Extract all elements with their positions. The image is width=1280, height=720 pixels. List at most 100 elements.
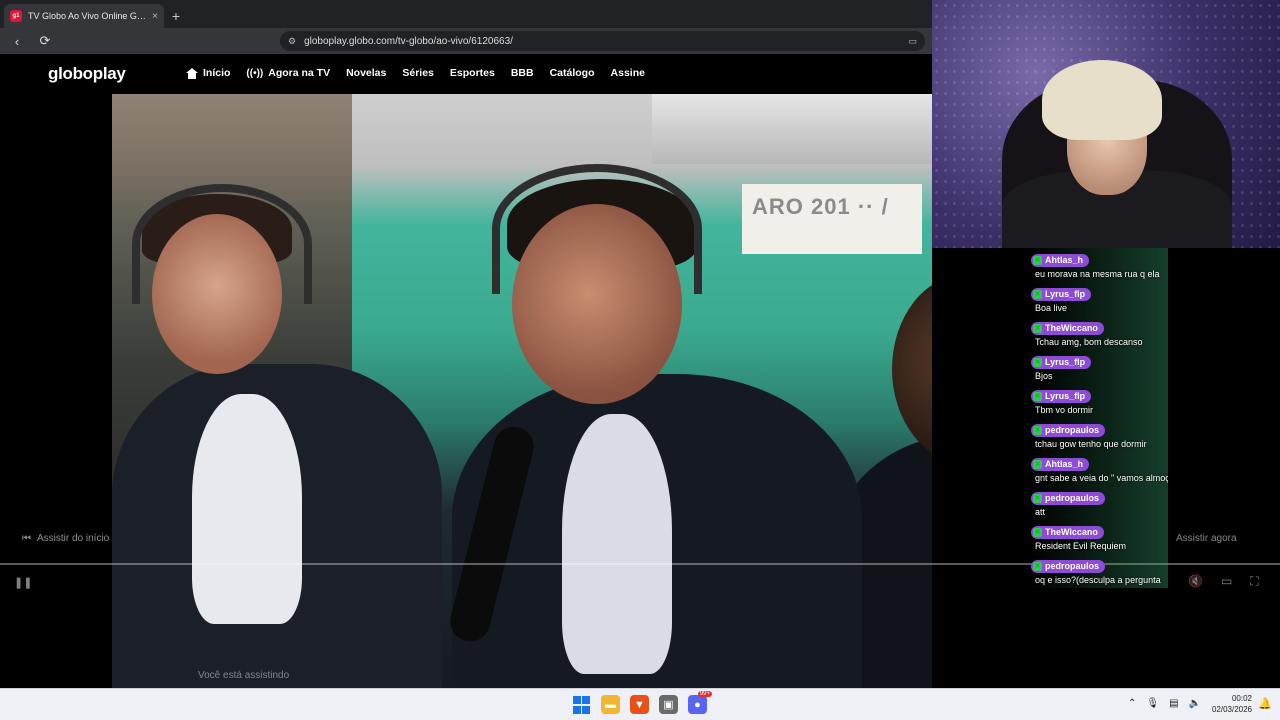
nav-label: Esportes — [449, 67, 495, 79]
nav-label: Catálogo — [549, 67, 595, 79]
taskbar-apps: ▬ ▼ ▣ ● 99+ — [572, 691, 712, 714]
reload-button[interactable]: ⟳ — [36, 33, 54, 49]
site-header: globoplay Início ((•)) Agora na TV Novel… — [0, 54, 932, 94]
nav-item-bbb[interactable]: BBB — [511, 67, 534, 79]
nav-item-agora-na-tv[interactable]: ((•)) Agora na TV — [246, 67, 330, 79]
chat-text: oq e isso?(desculpa a pergunta — [1035, 575, 1161, 585]
chat-username-badge[interactable]: ✕ pedropaulos — [1031, 559, 1106, 573]
nav-item-assine[interactable]: Assine — [611, 67, 645, 79]
discord-icon[interactable]: ● 99+ — [688, 691, 712, 714]
watching-label: Você está assistindo — [198, 670, 290, 681]
fullscreen-icon[interactable]: ⛶ — [1250, 574, 1258, 589]
nav-label: BBB — [510, 67, 534, 79]
clock[interactable]: 00:02 02/03/2026 — [1206, 693, 1252, 715]
video-player[interactable]: ARO 201 ·· / — [112, 94, 932, 688]
chat-username: TheWiccano — [1045, 323, 1098, 333]
subscriber-badge-icon: ✕ — [1033, 357, 1042, 367]
streamer-hair — [1042, 60, 1162, 140]
chat-message: ✕ pedropaulos att — [1029, 486, 1168, 520]
nav-item-esportes[interactable]: Esportes — [450, 67, 495, 79]
app-icon[interactable]: ▣ — [659, 695, 678, 714]
notification-badge: 99+ — [697, 691, 712, 697]
chat-username-badge[interactable]: ✕ TheWiccano — [1031, 525, 1104, 539]
subscriber-badge-icon: ✕ — [1033, 289, 1042, 299]
subscriber-badge-icon: ✕ — [1033, 459, 1042, 469]
chat-username: Lyrus_flp — [1045, 289, 1086, 299]
speaker-icon[interactable]: 🔈 — [1189, 698, 1201, 709]
brave-browser-icon[interactable]: ▼ — [630, 695, 649, 714]
subscriber-badge-icon: ✕ — [1033, 561, 1042, 571]
chat-text: Tchau amg, bom descanso — [1035, 337, 1143, 347]
skip-back-icon: ⏮ — [22, 533, 31, 544]
person-left-shirt — [192, 394, 302, 624]
nav-label: Agora na TV — [268, 67, 331, 79]
site-info-icon[interactable]: ⚙ — [288, 36, 296, 47]
address-bar[interactable]: ⚙ globoplay.globo.com/tv-globo/ao-vivo/6… — [280, 31, 925, 51]
file-explorer-icon[interactable]: ▬ — [601, 695, 620, 714]
chat-username-badge[interactable]: ✕ Ahtlas_h — [1031, 253, 1090, 267]
browser-tab[interactable]: g1 TV Globo Ao Vivo Online Grátis | × — [4, 4, 164, 28]
broadcast-icon: ((•)) — [246, 67, 264, 79]
chat-username: Lyrus_flp — [1045, 357, 1086, 367]
system-tray: ⌃ 🎙 ▤ 🔈 — [1128, 698, 1201, 709]
chat-username: pedropaulos — [1045, 561, 1100, 571]
volume-icon[interactable]: 🔇 — [1188, 574, 1203, 589]
headset — [132, 184, 312, 304]
chat-username-badge[interactable]: ✕ pedropaulos — [1031, 423, 1106, 437]
watch-from-start-button[interactable]: ⏮ Assistir do início — [22, 533, 109, 544]
chat-username-badge[interactable]: ✕ Lyrus_flp — [1031, 287, 1092, 301]
home-icon — [186, 67, 198, 79]
subtitles-icon[interactable]: ▭ — [1221, 574, 1232, 589]
person-center-shirt — [562, 414, 672, 674]
url-text: globoplay.globo.com/tv-globo/ao-vivo/612… — [304, 35, 513, 47]
stream-chat: ✕ Ahtlas_h eu morava na mesma rua q ela ✕ Ly… — [1029, 248, 1168, 590]
new-tab-button[interactable]: + — [164, 4, 188, 28]
subscriber-badge-icon: ✕ — [1033, 255, 1042, 265]
chat-message: ✕ Ahtlas_hgnt sabe a veia do " vamos almo… — [1029, 452, 1168, 486]
mic-icon[interactable]: 🎙 — [1146, 698, 1159, 709]
chat-username: Ahtlas_h — [1045, 255, 1084, 265]
pause-icon[interactable]: ❚❚ — [14, 576, 32, 589]
clock-date: 02/03/2026 — [1211, 705, 1252, 714]
screen: g1 TV Globo Ao Vivo Online Grátis | × + … — [0, 0, 1280, 720]
nav-item-inicio[interactable]: Início — [186, 67, 230, 79]
tray-chevron-icon[interactable]: ⌃ — [1128, 698, 1136, 709]
streamer-webcam — [932, 0, 1280, 248]
headset — [492, 164, 702, 294]
chat-username-badge[interactable]: ✕ TheWiccano — [1031, 321, 1104, 335]
clock-time: 00:02 — [1231, 694, 1252, 703]
nav-item-catalogo[interactable]: Catálogo — [550, 67, 595, 79]
nav-item-series[interactable]: Séries — [402, 67, 434, 79]
chat-username-badge[interactable]: ✕ Lyrus_flp — [1031, 389, 1092, 403]
nav-label: Início — [203, 67, 231, 79]
chat-text: Boa live — [1035, 303, 1068, 313]
chat-message: ✕ Lyrus_flp Bjos — [1029, 350, 1168, 384]
notification-bell-icon[interactable]: 🔔 — [1258, 697, 1272, 710]
taskbar: ▬ ▼ ▣ ● 99+ ⌃ 🎙 ▤ 🔈 — [0, 688, 1280, 720]
chat-message: ✕ Lyrus_flp Tbm vo dormir — [1029, 384, 1168, 418]
back-button[interactable]: ‹ — [8, 34, 26, 49]
nav-label: Novelas — [346, 67, 387, 79]
chat-username: pedropaulos — [1045, 425, 1100, 435]
chat-text: att — [1035, 507, 1046, 517]
watch-now-button[interactable]: Assistir agora — [1176, 533, 1237, 544]
chat-username-badge[interactable]: ✕ Ahtlas_h — [1031, 457, 1090, 471]
watch-from-start-label: Assistir do início — [37, 533, 110, 544]
nav-label: Assine — [610, 67, 645, 79]
chat-username-badge[interactable]: ✕ pedropaulos — [1031, 491, 1106, 505]
globoplay-logo[interactable]: globoplay — [48, 64, 126, 84]
network-icon[interactable]: ▤ — [1169, 698, 1178, 709]
subscriber-badge-icon: ✕ — [1033, 493, 1042, 503]
tab-title: TV Globo Ao Vivo Online Grátis | — [28, 11, 147, 21]
browser-toolbar: ‹ ⟳ ⚙ globoplay.globo.com/tv-globo/ao-vi… — [0, 28, 932, 54]
subscriber-badge-icon: ✕ — [1033, 391, 1042, 401]
chat-text: gnt sabe a veia do " vamos almoçarrr" — [1035, 473, 1168, 483]
nav-item-novelas[interactable]: Novelas — [346, 67, 386, 79]
windows-start-icon[interactable] — [572, 695, 591, 714]
cast-icon[interactable]: ▭ — [908, 36, 917, 47]
chat-username-badge[interactable]: ✕ Lyrus_flp — [1031, 355, 1092, 369]
chat-text: Bjos — [1035, 371, 1053, 381]
chat-message: ✕ pedropaulos tchau gow tenho que dormir — [1029, 418, 1168, 452]
subscriber-badge-icon: ✕ — [1033, 527, 1042, 537]
close-tab-icon[interactable]: × — [152, 11, 158, 22]
